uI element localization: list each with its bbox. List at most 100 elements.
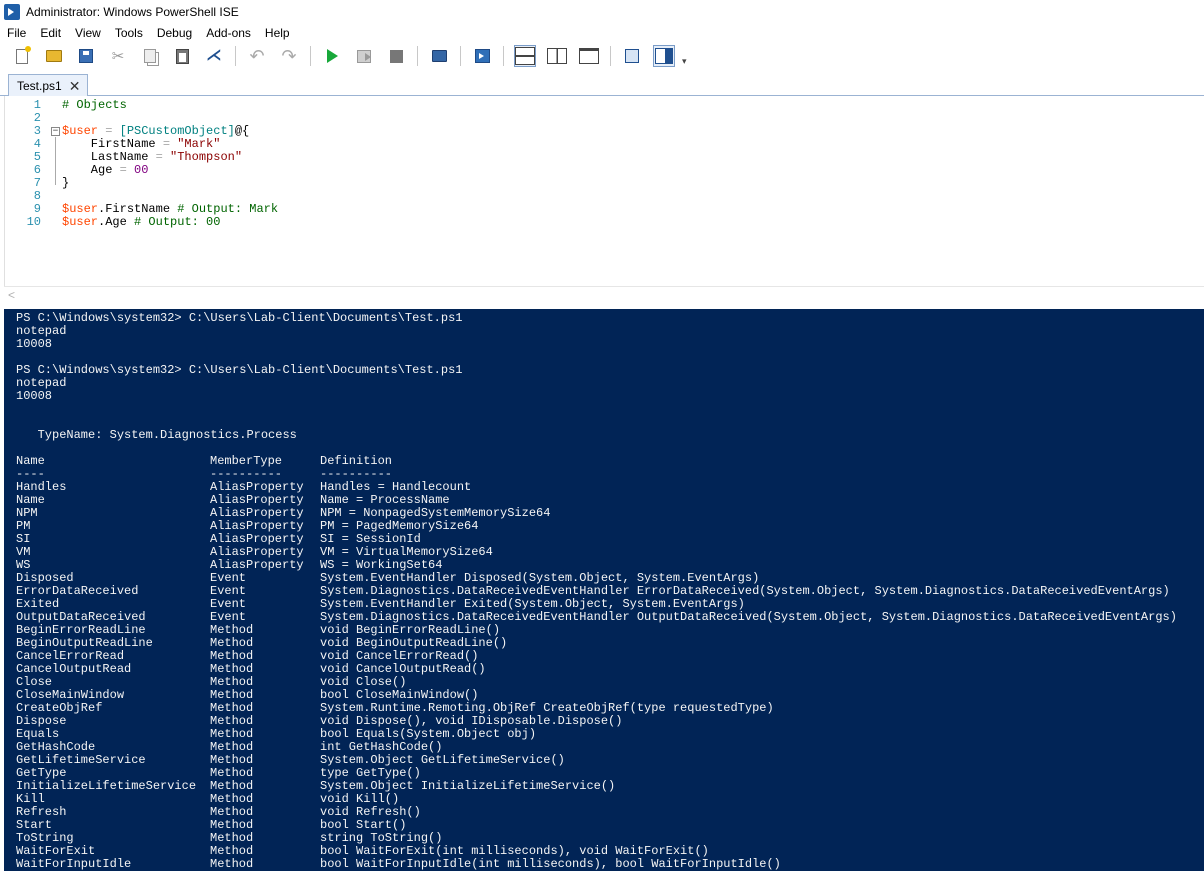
run-selection-icon — [357, 49, 371, 63]
show-commands-button[interactable] — [621, 45, 643, 67]
start-powershell-icon — [474, 49, 490, 63]
show-script-top-icon — [515, 47, 535, 65]
start-powershell-button[interactable] — [471, 45, 493, 67]
save-icon — [79, 49, 93, 63]
toolbar-separator — [610, 46, 611, 66]
table-row: Kill Method void Kill() — [4, 793, 1204, 806]
show-script-top-button[interactable] — [514, 45, 536, 67]
stop-button[interactable] — [385, 45, 407, 67]
toolbar-separator — [235, 46, 236, 66]
fold-guide — [55, 137, 56, 185]
close-icon[interactable]: ✕ — [69, 79, 81, 93]
cut-icon: ✂ — [111, 47, 125, 65]
code-line[interactable]: # Objects — [62, 99, 127, 112]
remote-tab-icon — [431, 50, 447, 62]
menu-file[interactable]: File — [0, 26, 33, 40]
redo-icon: ↷ — [281, 46, 297, 66]
run-selection-button[interactable] — [353, 45, 375, 67]
menu-help[interactable]: Help — [258, 26, 297, 40]
menu-debug[interactable]: Debug — [150, 26, 199, 40]
toolbar-separator — [310, 46, 311, 66]
clear-console-icon: ⋌ — [206, 47, 222, 64]
console-pane[interactable]: PS C:\Windows\system32> C:\Users\Lab-Cli… — [4, 309, 1204, 871]
redo-button[interactable]: ↷ — [278, 45, 300, 67]
menu-view[interactable]: View — [68, 26, 108, 40]
tab-test-ps1[interactable]: Test.ps1 ✕ — [8, 74, 88, 96]
table-row: NPM AliasProperty NPM = NonpagedSystemMemo… — [4, 507, 1204, 520]
table-cell: Method — [210, 857, 254, 871]
code-line[interactable]: Age = 00 — [62, 164, 149, 177]
table-row: CancelOutputRead Method void CancelOutputR… — [4, 663, 1204, 676]
undo-icon: ↶ — [249, 46, 265, 66]
table-row: BeginErrorReadLine Method void BeginErrorR… — [4, 624, 1204, 637]
show-script-right-icon — [547, 48, 567, 64]
script-editor[interactable]: 1 # Objects 2 3 $user = [PSCustomObject]@{4 … — [4, 96, 1204, 286]
toolbar-separator — [503, 46, 504, 66]
table-row: Name AliasProperty Name = ProcessName — [4, 494, 1204, 507]
table-row: WaitForInputIdle Method bool WaitForInputI… — [4, 858, 1204, 871]
table-row: VM AliasProperty VM = VirtualMemorySize64 — [4, 546, 1204, 559]
powershell-ise-icon — [4, 4, 20, 20]
console-output-line: TypeName: System.Diagnostics.Process — [16, 428, 297, 442]
code-line[interactable]: $user.Age # Output: 00 — [62, 216, 220, 229]
copy-icon — [144, 49, 156, 63]
run-script-icon — [326, 49, 338, 63]
script-tab-strip: Test.ps1 ✕ — [0, 70, 1204, 96]
table-row: Equals Method bool Equals(System.Object ob… — [4, 728, 1204, 741]
console-output-line: 10008 — [16, 337, 53, 351]
window-title: Administrator: Windows PowerShell ISE — [26, 5, 239, 19]
tab-label: Test.ps1 — [17, 78, 62, 93]
show-script-maximized-icon — [579, 48, 599, 64]
table-row: CancelErrorRead Method void CancelErrorRea… — [4, 650, 1204, 663]
table-header-underline: ---- ---------- ---------- — [4, 468, 1204, 481]
table-row: GetHashCode Method int GetHashCode() — [4, 741, 1204, 754]
open-file-button[interactable] — [43, 45, 65, 67]
remote-tab-button[interactable] — [428, 45, 450, 67]
console-output-line: PS C:\Windows\system32> C:\Users\Lab-Cli… — [16, 311, 463, 325]
show-addon-button[interactable] — [653, 45, 675, 67]
run-script-button[interactable] — [321, 45, 343, 67]
copy-button[interactable] — [139, 45, 161, 67]
table-row: Close Method void Close() — [4, 676, 1204, 689]
cut-button[interactable]: ✂ — [107, 45, 129, 67]
undo-button[interactable]: ↶ — [246, 45, 268, 67]
table-row: OutputDataReceived Event System.Diagnostic… — [4, 611, 1204, 624]
table-header-row: Name MemberType Definition — [4, 455, 1204, 468]
clear-console-button[interactable]: ⋌ — [203, 45, 225, 67]
toolbar-overflow-icon[interactable]: ▾ — [682, 56, 687, 67]
toolbar-separator — [417, 46, 418, 66]
line-number: 10 — [26, 215, 41, 229]
menu-addons[interactable]: Add-ons — [199, 26, 258, 40]
table-row: GetLifetimeService Method System.Object Ge… — [4, 754, 1204, 767]
table-cell: bool WaitForInputIdle(int milliseconds),… — [320, 857, 781, 871]
table-row: SI AliasProperty SI = SessionId — [4, 533, 1204, 546]
editor-horizontal-scrollbar[interactable]: < — [4, 286, 1204, 304]
show-commands-icon — [625, 49, 639, 63]
open-file-icon — [46, 50, 62, 62]
console-output-line: PS C:\Windows\system32> C:\Users\Lab-Cli… — [16, 363, 463, 377]
menu-edit[interactable]: Edit — [33, 26, 68, 40]
show-script-maximized-button[interactable] — [578, 45, 600, 67]
table-row: Handles AliasProperty Handles = Handlecoun… — [4, 481, 1204, 494]
show-addon-icon — [655, 48, 673, 64]
table-row: Refresh Method void Refresh() — [4, 806, 1204, 819]
new-file-icon — [16, 45, 31, 64]
table-cell: WaitForInputIdle — [16, 857, 132, 871]
menu-bar: File Edit View Tools Debug Add-ons Help — [0, 24, 1204, 42]
table-row: InitializeLifetimeService Method System.Ob… — [4, 780, 1204, 793]
table-row: PM AliasProperty PM = PagedMemorySize64 — [4, 520, 1204, 533]
toolbar-separator — [460, 46, 461, 66]
stop-icon — [389, 49, 403, 63]
new-file-button[interactable] — [11, 45, 33, 67]
menu-tools[interactable]: Tools — [108, 26, 150, 40]
scroll-left-icon[interactable]: < — [8, 288, 15, 302]
table-row: BeginOutputReadLine Method void BeginOutpu… — [4, 637, 1204, 650]
show-script-right-button[interactable] — [546, 45, 568, 67]
paste-icon — [175, 48, 189, 64]
code-line[interactable]: } — [62, 177, 69, 190]
fold-toggle-icon[interactable]: − — [51, 127, 60, 136]
paste-button[interactable] — [171, 45, 193, 67]
table-row: Dispose Method void Dispose(), void IDispo… — [4, 715, 1204, 728]
table-row: Start Method bool Start() — [4, 819, 1204, 832]
save-button[interactable] — [75, 45, 97, 67]
